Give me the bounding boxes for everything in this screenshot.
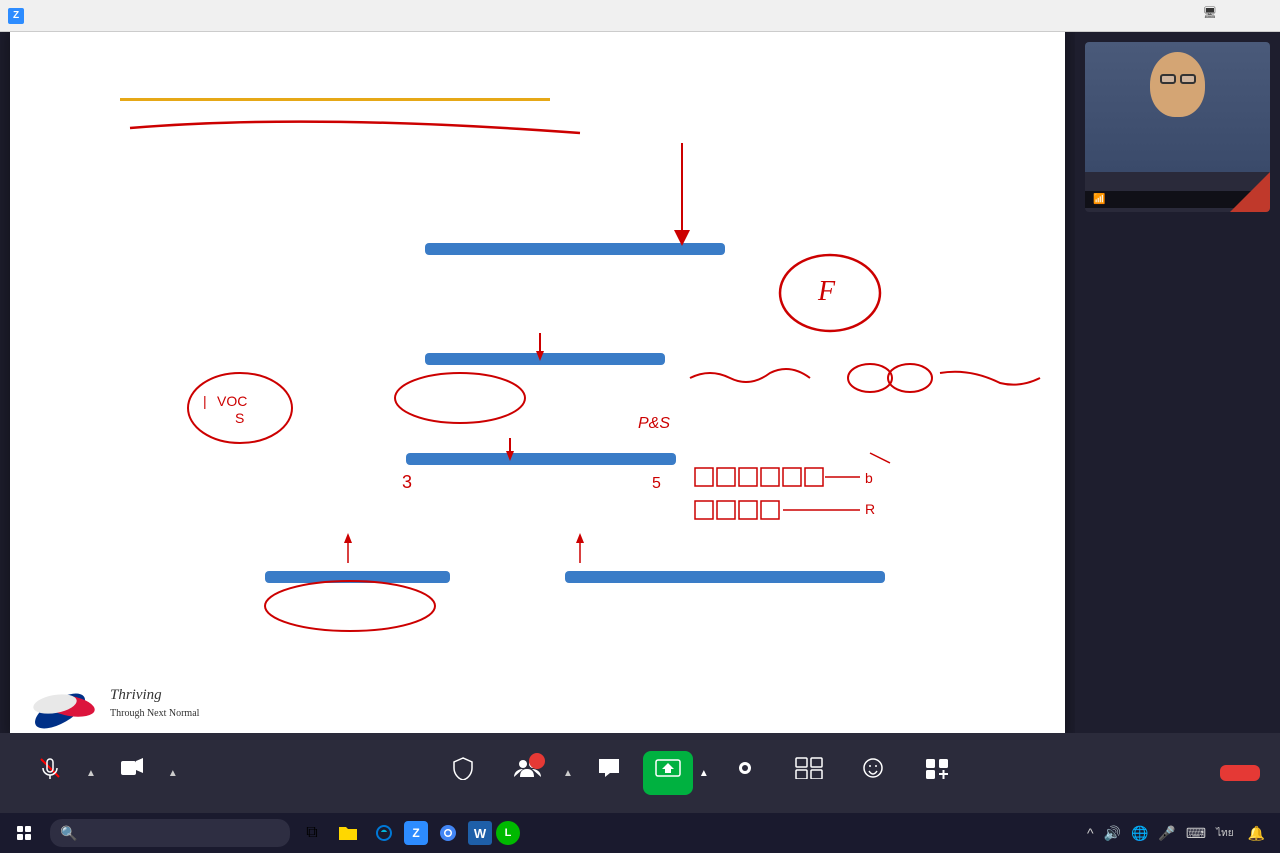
unmute-chevron[interactable]: ▲ bbox=[84, 764, 98, 783]
search-icon: 🔍 bbox=[60, 825, 77, 842]
main-content-area: F VOC S | P&S bbox=[0, 32, 1280, 733]
participants-chevron[interactable]: ▲ bbox=[561, 764, 575, 783]
line-icon[interactable]: L bbox=[496, 821, 520, 845]
titlebar-left: Z bbox=[8, 8, 30, 24]
window-controls[interactable] bbox=[1130, 1, 1272, 31]
file-explorer-icon[interactable] bbox=[332, 813, 364, 853]
speaker-face bbox=[1085, 42, 1270, 172]
microphone-tray-icon[interactable]: 🎤 bbox=[1155, 823, 1178, 844]
security-button[interactable] bbox=[433, 750, 493, 796]
minimize-button[interactable] bbox=[1130, 1, 1176, 31]
box-72 bbox=[425, 353, 665, 365]
participants-icon bbox=[513, 757, 541, 785]
slide-display-area: F VOC S | P&S bbox=[0, 32, 1075, 733]
security-icon bbox=[452, 756, 474, 786]
signal-icon: 📶 bbox=[1093, 194, 1105, 205]
share-screen-icon bbox=[655, 757, 681, 785]
svg-text:b: b bbox=[865, 470, 873, 486]
red-annotations: F VOC S | P&S bbox=[10, 23, 1065, 743]
chat-icon bbox=[597, 757, 621, 785]
svg-text:P&S: P&S bbox=[638, 415, 670, 432]
toolbar: ▲ ▲ bbox=[0, 733, 1280, 813]
record-button[interactable] bbox=[715, 751, 775, 795]
participants-badge bbox=[529, 753, 545, 769]
speaker-video: ⭐ 📶 bbox=[1085, 42, 1270, 212]
zoom-icon: Z bbox=[8, 8, 24, 24]
stop-video-button[interactable] bbox=[102, 750, 162, 796]
box-74 bbox=[565, 571, 885, 583]
svg-text:R: R bbox=[865, 501, 875, 517]
logo-text: Thriving Through Next Normal bbox=[110, 686, 199, 720]
apps-icon bbox=[924, 757, 950, 785]
system-tray: ^ 🔊 🌐 🎤 ⌨ ไทย 🔔 bbox=[1084, 823, 1276, 844]
speaker-head bbox=[1150, 52, 1205, 117]
presentation-slide: F VOC S | P&S bbox=[10, 23, 1065, 743]
microphone-muted-icon bbox=[38, 756, 62, 786]
participants-button[interactable] bbox=[497, 751, 557, 795]
notification-icon[interactable]: 🔔 bbox=[1245, 823, 1268, 844]
box-71 bbox=[406, 453, 676, 465]
speaker-panel: ⭐ 📶 bbox=[1075, 32, 1280, 733]
windows-icon bbox=[17, 826, 31, 840]
chrome-icon[interactable] bbox=[432, 813, 464, 853]
titlebar: Z 🖥 bbox=[0, 0, 1280, 32]
svg-text:3: 3 bbox=[402, 472, 412, 492]
glasses-icon bbox=[1160, 74, 1196, 84]
record-icon bbox=[733, 757, 757, 785]
svg-text:VOC: VOC bbox=[217, 393, 247, 409]
logo-area: Thriving Through Next Normal bbox=[30, 676, 199, 731]
logo-icon bbox=[30, 676, 100, 731]
chat-button[interactable] bbox=[579, 751, 639, 795]
taskbar-app-icons: ⧉ Z W L bbox=[296, 813, 520, 853]
share-screen-button[interactable] bbox=[643, 751, 693, 795]
share-screen-chevron[interactable]: ▲ bbox=[697, 764, 711, 783]
word-icon[interactable]: W bbox=[468, 821, 492, 845]
svg-text:F: F bbox=[817, 276, 836, 307]
speakers-icon[interactable]: 🔊 bbox=[1101, 823, 1124, 844]
win-square-2 bbox=[25, 826, 31, 832]
task-view-button[interactable]: ⧉ bbox=[296, 813, 328, 853]
reactions-button[interactable] bbox=[843, 751, 903, 795]
svg-text:5: 5 bbox=[652, 475, 661, 492]
win-square-1 bbox=[17, 826, 23, 832]
right-lens bbox=[1180, 74, 1196, 84]
search-bar[interactable]: 🔍 bbox=[50, 819, 290, 847]
box-75 bbox=[425, 243, 725, 255]
keyboard-icon[interactable]: ⌨ bbox=[1183, 823, 1209, 844]
unmute-button[interactable] bbox=[20, 750, 80, 796]
left-lens bbox=[1160, 74, 1176, 84]
apps-button[interactable] bbox=[907, 751, 967, 795]
view-button[interactable]: 🖥 bbox=[1203, 6, 1220, 19]
reactions-icon bbox=[861, 757, 885, 785]
edge-browser-icon[interactable] bbox=[368, 813, 400, 853]
video-icon bbox=[120, 756, 144, 786]
thai-input-icon[interactable]: ไทย bbox=[1213, 824, 1236, 843]
close-button[interactable] bbox=[1226, 1, 1272, 31]
network-icon[interactable]: 🌐 bbox=[1128, 823, 1151, 844]
breakout-rooms-icon bbox=[795, 757, 823, 785]
red-decoration bbox=[1230, 172, 1270, 212]
title-underline bbox=[120, 98, 550, 101]
zoom-taskbar-icon[interactable]: Z bbox=[404, 821, 428, 845]
center-controls: ▲ ▲ bbox=[433, 750, 967, 796]
svg-text:|: | bbox=[203, 393, 207, 409]
tray-expand-icon[interactable]: ^ bbox=[1084, 823, 1097, 843]
win-square-3 bbox=[17, 834, 23, 840]
box-73 bbox=[265, 571, 450, 583]
breakout-rooms-button[interactable] bbox=[779, 751, 839, 795]
leave-button[interactable] bbox=[1220, 765, 1260, 781]
search-input[interactable] bbox=[83, 826, 280, 840]
start-button[interactable] bbox=[4, 813, 44, 853]
av-controls: ▲ ▲ bbox=[20, 750, 180, 796]
svg-text:S: S bbox=[235, 410, 244, 426]
win-square-4 bbox=[25, 834, 31, 840]
taskbar: 🔍 ⧉ Z W L bbox=[0, 813, 1280, 853]
video-chevron[interactable]: ▲ bbox=[166, 764, 180, 783]
